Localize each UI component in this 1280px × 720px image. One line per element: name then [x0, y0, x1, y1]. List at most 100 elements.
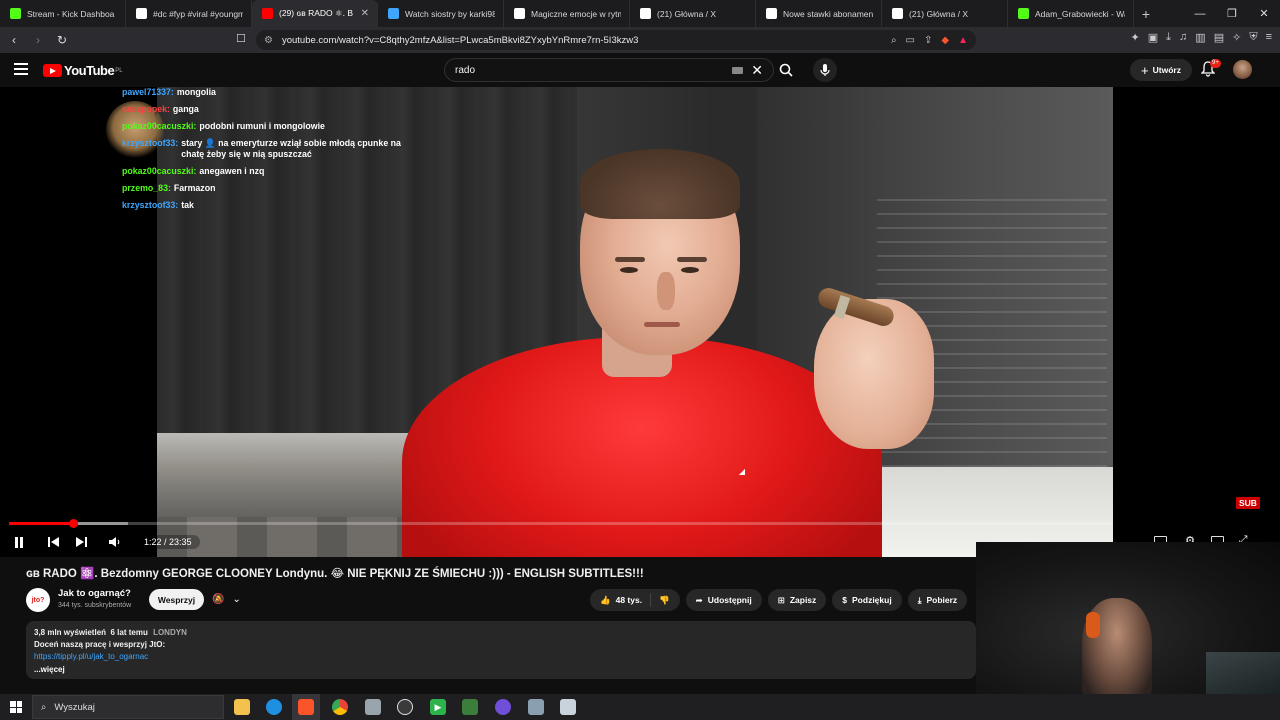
chat-username[interactable]: krzysztoof33: [122, 138, 178, 149]
save-icon: ⊞ [777, 594, 785, 605]
keyboard-icon[interactable] [732, 67, 743, 74]
share-page-icon[interactable]: ⇪ [924, 35, 932, 46]
browser-tab[interactable]: #dc #fyp #viral #youngmu [126, 0, 252, 27]
search-input[interactable]: rado ✕ [444, 58, 774, 82]
close-window-icon[interactable]: ✕ [1248, 0, 1280, 27]
chat-username[interactable]: seszpopek: [122, 104, 170, 115]
create-label: Utwórz [1152, 65, 1181, 75]
search-button[interactable] [774, 58, 798, 82]
progress-bar[interactable] [9, 519, 1112, 528]
chat-username[interactable]: pawel71337: [122, 87, 174, 98]
like-button[interactable]: 👍 48 tys. [590, 593, 652, 607]
account-avatar[interactable] [1233, 60, 1252, 79]
leo-icon[interactable]: ✧ [1232, 31, 1241, 44]
location-tag[interactable]: LONDYN [153, 628, 187, 637]
browser-tab[interactable]: (29) ɢʙ RADO ⚛. B ✕ [252, 0, 378, 27]
thanks-button[interactable]: $ Podziękuj [832, 589, 902, 611]
obs-icon[interactable] [397, 699, 413, 715]
app-icon-3[interactable] [528, 699, 544, 715]
right-eye [681, 267, 699, 273]
discord-icon[interactable] [495, 699, 511, 715]
vpn-icon[interactable]: ⛨ [1249, 31, 1257, 44]
pause-button[interactable] [10, 533, 28, 551]
brave-rewards-icon[interactable]: ▲ [958, 35, 968, 46]
sidebar-icon[interactable]: ▥ [1195, 31, 1205, 44]
tab-title: #dc #fyp #viral #youngmu [153, 8, 243, 19]
brave-icon[interactable] [298, 699, 314, 715]
mouth [644, 322, 680, 327]
youtube-logo[interactable]: YouTube PL [43, 63, 123, 78]
left-eye [620, 267, 638, 273]
new-tab-icon[interactable]: + [1134, 0, 1158, 27]
browser-tab[interactable]: Stream - Kick Dashboa [0, 0, 126, 27]
chat-message: pawel71337: mongolia [106, 87, 406, 98]
app-icon-4[interactable] [560, 699, 576, 715]
description-box[interactable]: 3,8 mln wyświetleń 6 lat temu LONDYN Doc… [26, 621, 976, 679]
browser-tab[interactable]: Adam_Grabowiecki - Watc [1008, 0, 1134, 27]
chat-username[interactable]: pokaz00cacuszki: [122, 121, 196, 132]
subscribe-watermark[interactable]: SUB [1236, 497, 1260, 509]
browser-tab[interactable]: Magiczne emocje w rytma [504, 0, 630, 27]
next-button[interactable] [72, 533, 90, 551]
bookmark-icon[interactable]: ☐ [236, 32, 246, 45]
chrome-icon[interactable] [332, 699, 348, 715]
browser-tab[interactable]: (21) Główna / X [882, 0, 1008, 27]
address-bar[interactable]: ⚙ youtube.com/watch?v=C8qthy2mfzA&list=P… [256, 30, 976, 50]
file-explorer-icon[interactable] [234, 699, 250, 715]
site-settings-icon[interactable]: ⚙ [264, 35, 273, 46]
search-icon: ⌕ [41, 701, 47, 713]
guide-menu-icon[interactable] [14, 63, 28, 75]
minimize-icon[interactable]: — [1184, 0, 1216, 27]
downloads-icon[interactable]: ⤓ [1166, 31, 1171, 44]
dislike-button[interactable]: 👎 [651, 595, 680, 606]
create-button[interactable]: + Utwórz [1130, 59, 1192, 81]
channel-name[interactable]: Jak to ogarnąć? [58, 588, 131, 599]
edge-icon[interactable] [266, 699, 282, 715]
plus-icon: + [1141, 62, 1149, 78]
close-tab-icon[interactable]: ✕ [361, 8, 369, 19]
support-button[interactable]: Wesprzyj [149, 589, 204, 610]
browser-tab[interactable]: (21) Główna / X [630, 0, 756, 27]
subscription-bell-button[interactable]: 🔕 ⌄ [212, 591, 252, 608]
brave-shield-icon[interactable]: ◆ [941, 35, 949, 46]
chat-username[interactable]: przemo_83: [122, 183, 171, 194]
media-icon[interactable]: ♫ [1179, 31, 1187, 44]
forward-icon[interactable]: › [28, 30, 48, 50]
volume-button[interactable] [106, 533, 124, 551]
browser-toolbar: ‹ › ↻ ☐ ⚙ youtube.com/watch?v=C8qthy2mfz… [0, 27, 1280, 53]
channel-avatar[interactable]: jto? [26, 588, 50, 612]
restore-icon[interactable]: ❐ [1216, 0, 1248, 27]
clear-search-icon[interactable]: ✕ [751, 62, 763, 79]
menu-icon[interactable]: ≡ [1266, 31, 1272, 44]
download-button[interactable]: ⤓ Pobierz [907, 589, 968, 611]
screenshot-icon[interactable]: ▣ [1148, 31, 1158, 44]
windows-start-icon[interactable] [10, 701, 22, 713]
notifications-button[interactable]: 9+ [1200, 59, 1221, 79]
back-icon[interactable]: ‹ [4, 30, 24, 50]
save-button[interactable]: ⊞ Zapisz [767, 589, 827, 611]
zoom-icon[interactable]: ⌕ [891, 35, 897, 46]
share-button[interactable]: ➦ Udostępnij [685, 589, 762, 611]
view-count: 3,8 mln wyświetleń [34, 628, 107, 637]
browser-tab[interactable]: Nowe stawki abonamentu [756, 0, 882, 27]
show-more-link[interactable]: ...więcej [34, 665, 968, 674]
description-link[interactable]: https://tipply.pl/u/jak_to_ogarnac [34, 652, 968, 661]
scrubber-handle[interactable] [68, 519, 78, 528]
chat-username[interactable]: krzysztoof33: [122, 200, 178, 211]
extension-icon[interactable]: ✦ [1131, 31, 1140, 44]
screen-icon[interactable]: ▭ [906, 35, 915, 46]
browser-tab[interactable]: Watch siostry by karki98 | [378, 0, 504, 27]
media-player-icon[interactable]: ▶ [430, 699, 446, 715]
taskbar-search[interactable]: ⌕ Wyszukaj [32, 695, 224, 719]
app-icon-1[interactable] [365, 699, 381, 715]
logo-region: PL [115, 67, 123, 74]
browser-tab-strip: Stream - Kick Dashboa #dc #fyp #viral #yo… [0, 0, 1280, 27]
voice-search-button[interactable] [813, 58, 837, 82]
wallet-icon[interactable]: ▤ [1214, 31, 1224, 44]
chat-username[interactable]: pokaz00cacuszki: [122, 166, 196, 177]
channel-subscribers: 344 tys. subskrybentów [58, 602, 132, 609]
save-label: Zapisz [789, 595, 817, 605]
previous-button[interactable] [44, 533, 62, 551]
app-icon-2[interactable] [462, 699, 478, 715]
reload-icon[interactable]: ↻ [52, 30, 72, 50]
